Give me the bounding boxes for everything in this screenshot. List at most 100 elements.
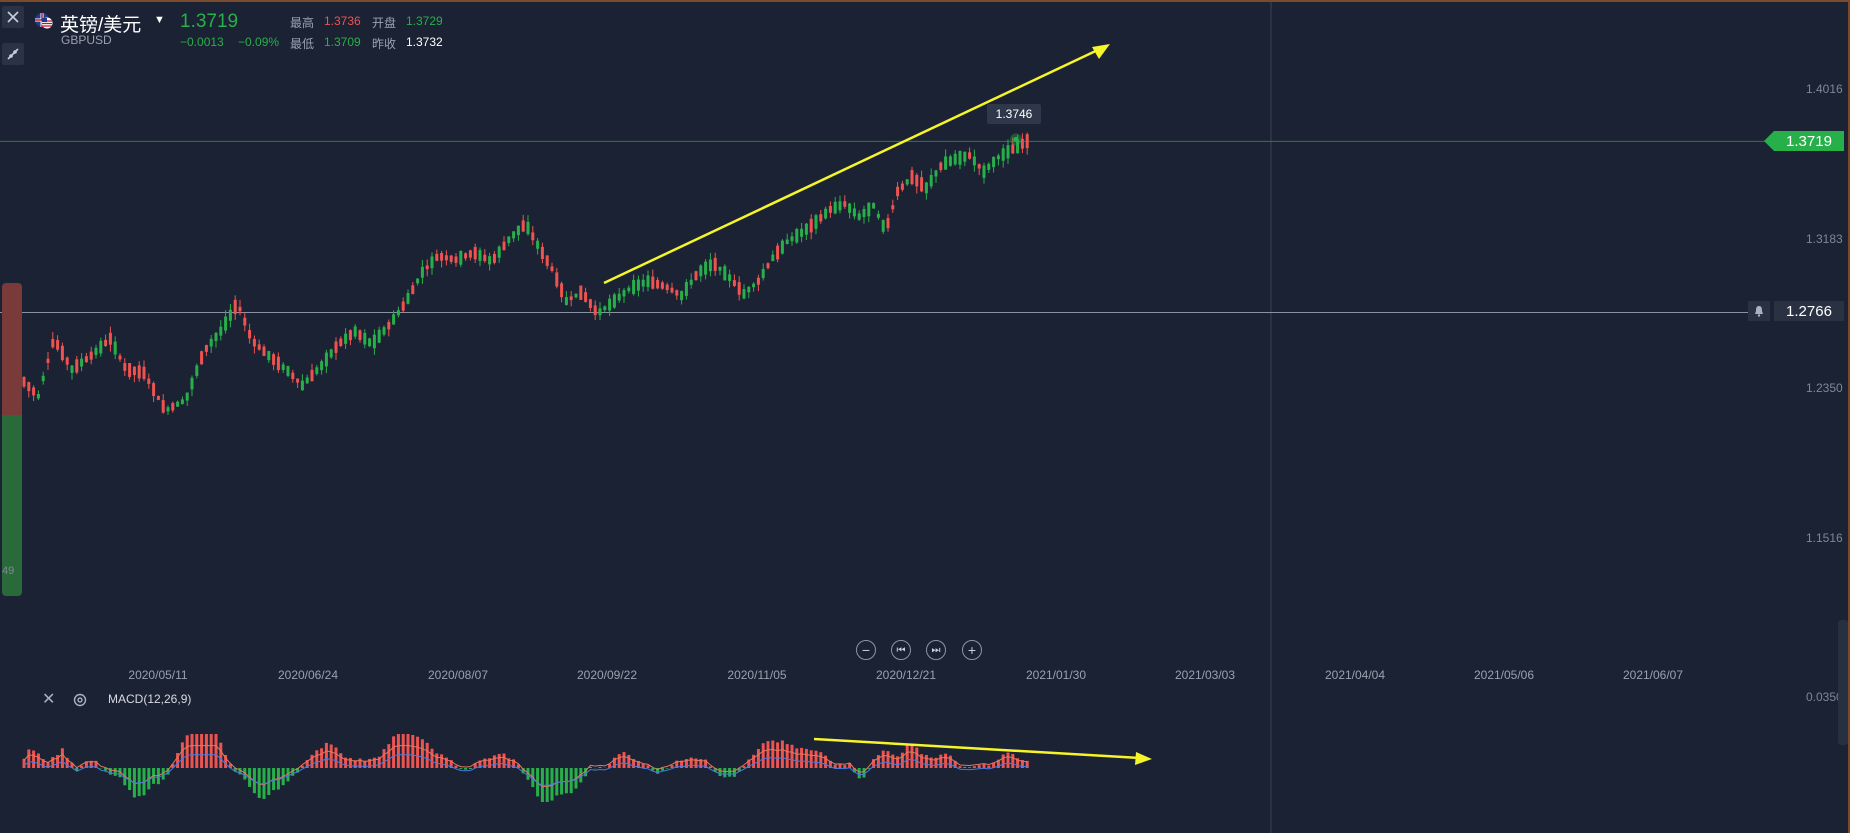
candle: [886, 217, 890, 229]
candle: [257, 344, 261, 350]
candle: [176, 401, 180, 407]
macd-bar: [113, 768, 117, 776]
macd-settings-icon[interactable]: [72, 692, 88, 708]
date-tick: 2020/05/11: [128, 668, 188, 682]
candle: [780, 240, 784, 254]
date-tick: 2021/05/06: [1473, 668, 1535, 682]
step-back-button[interactable]: ⏮: [891, 640, 911, 660]
macd-bar: [32, 750, 36, 768]
candle: [27, 382, 31, 392]
candle: [497, 246, 501, 258]
candle: [70, 365, 74, 373]
macd-bar: [838, 764, 842, 768]
candle: [89, 351, 93, 360]
step-forward-button[interactable]: ⏭: [926, 640, 946, 660]
draw-tool-button[interactable]: [2, 43, 24, 65]
candle: [910, 170, 914, 185]
candle: [641, 279, 645, 287]
symbol-dropdown-icon[interactable]: ▼: [154, 14, 165, 26]
candle: [113, 341, 117, 355]
macd-bar: [761, 743, 765, 768]
last-price: 1.3719: [180, 11, 239, 32]
chart-canvas[interactable]: [0, 0, 1850, 833]
candle: [233, 299, 237, 315]
candle: [684, 282, 688, 296]
price-tick: 1.1516: [1806, 531, 1843, 545]
candle: [785, 239, 789, 244]
candle: [636, 279, 640, 291]
date-tick: 2021/06/07: [1622, 668, 1684, 682]
candle: [363, 332, 367, 345]
macd-bar: [886, 751, 890, 768]
macd-bar: [665, 768, 669, 769]
macd-bar: [689, 757, 693, 768]
candle: [737, 282, 741, 295]
candle: [166, 407, 170, 412]
symbol-code: GBPUSD: [61, 33, 112, 47]
candle: [84, 356, 88, 363]
macd-bar: [464, 768, 468, 770]
volume-scroll-handle[interactable]: [1838, 620, 1848, 745]
candle: [358, 330, 362, 340]
macd-bar: [670, 765, 674, 768]
macd-bar: [843, 765, 847, 768]
candle: [766, 263, 770, 269]
macd-close-icon[interactable]: ✕: [42, 692, 55, 708]
candle: [920, 177, 924, 192]
macd-bar: [320, 748, 324, 768]
low-value: 1.3709: [324, 35, 361, 49]
candle: [972, 156, 976, 166]
price-trendline-arrowhead: [1092, 44, 1110, 59]
candle: [315, 367, 319, 374]
candle: [723, 266, 727, 281]
macd-bar: [180, 742, 184, 768]
candle: [670, 287, 674, 293]
candle: [51, 338, 55, 348]
macd-bar: [137, 768, 141, 797]
candle: [320, 361, 324, 371]
candle: [944, 156, 948, 170]
candle: [584, 292, 588, 302]
candle: [804, 223, 808, 235]
macd-bar: [1001, 754, 1005, 768]
alert-price-tag[interactable]: 1.2766: [1774, 301, 1844, 321]
macd-bar: [492, 755, 496, 768]
macd-bar: [900, 752, 904, 768]
zoom-in-button[interactable]: +: [962, 640, 982, 660]
candle: [339, 338, 343, 347]
candle: [843, 201, 847, 207]
candle: [406, 293, 410, 304]
price-trendline: [603, 46, 1103, 285]
candle: [252, 338, 256, 347]
candle: [382, 327, 386, 335]
candle: [171, 403, 175, 411]
macd-bar: [795, 748, 799, 768]
macd-bar: [732, 768, 736, 777]
candle: [454, 256, 458, 263]
candle: [857, 213, 861, 220]
candle: [392, 314, 396, 325]
zoom-out-button[interactable]: −: [856, 640, 876, 660]
macd-bar: [416, 736, 420, 768]
last-price-dot: [1013, 136, 1019, 142]
close-chart-button[interactable]: [2, 6, 24, 28]
date-tick: 2021/04/04: [1324, 668, 1386, 682]
candle: [329, 349, 333, 358]
macd-bar: [204, 734, 208, 768]
candle: [905, 179, 909, 185]
candle: [531, 232, 535, 241]
candle: [660, 282, 664, 289]
macd-bar: [324, 742, 328, 768]
candle: [699, 265, 703, 277]
ratio-value: 49: [2, 565, 15, 577]
candle: [32, 387, 36, 396]
price-alert-button[interactable]: [1748, 301, 1770, 321]
macd-bar: [800, 747, 804, 768]
macd-bar: [958, 766, 962, 768]
candle: [896, 186, 900, 197]
macd-bar: [60, 748, 64, 768]
candle: [180, 399, 184, 404]
low-label: 最低: [290, 37, 315, 51]
candle: [305, 377, 309, 384]
macd-bar: [555, 768, 559, 796]
